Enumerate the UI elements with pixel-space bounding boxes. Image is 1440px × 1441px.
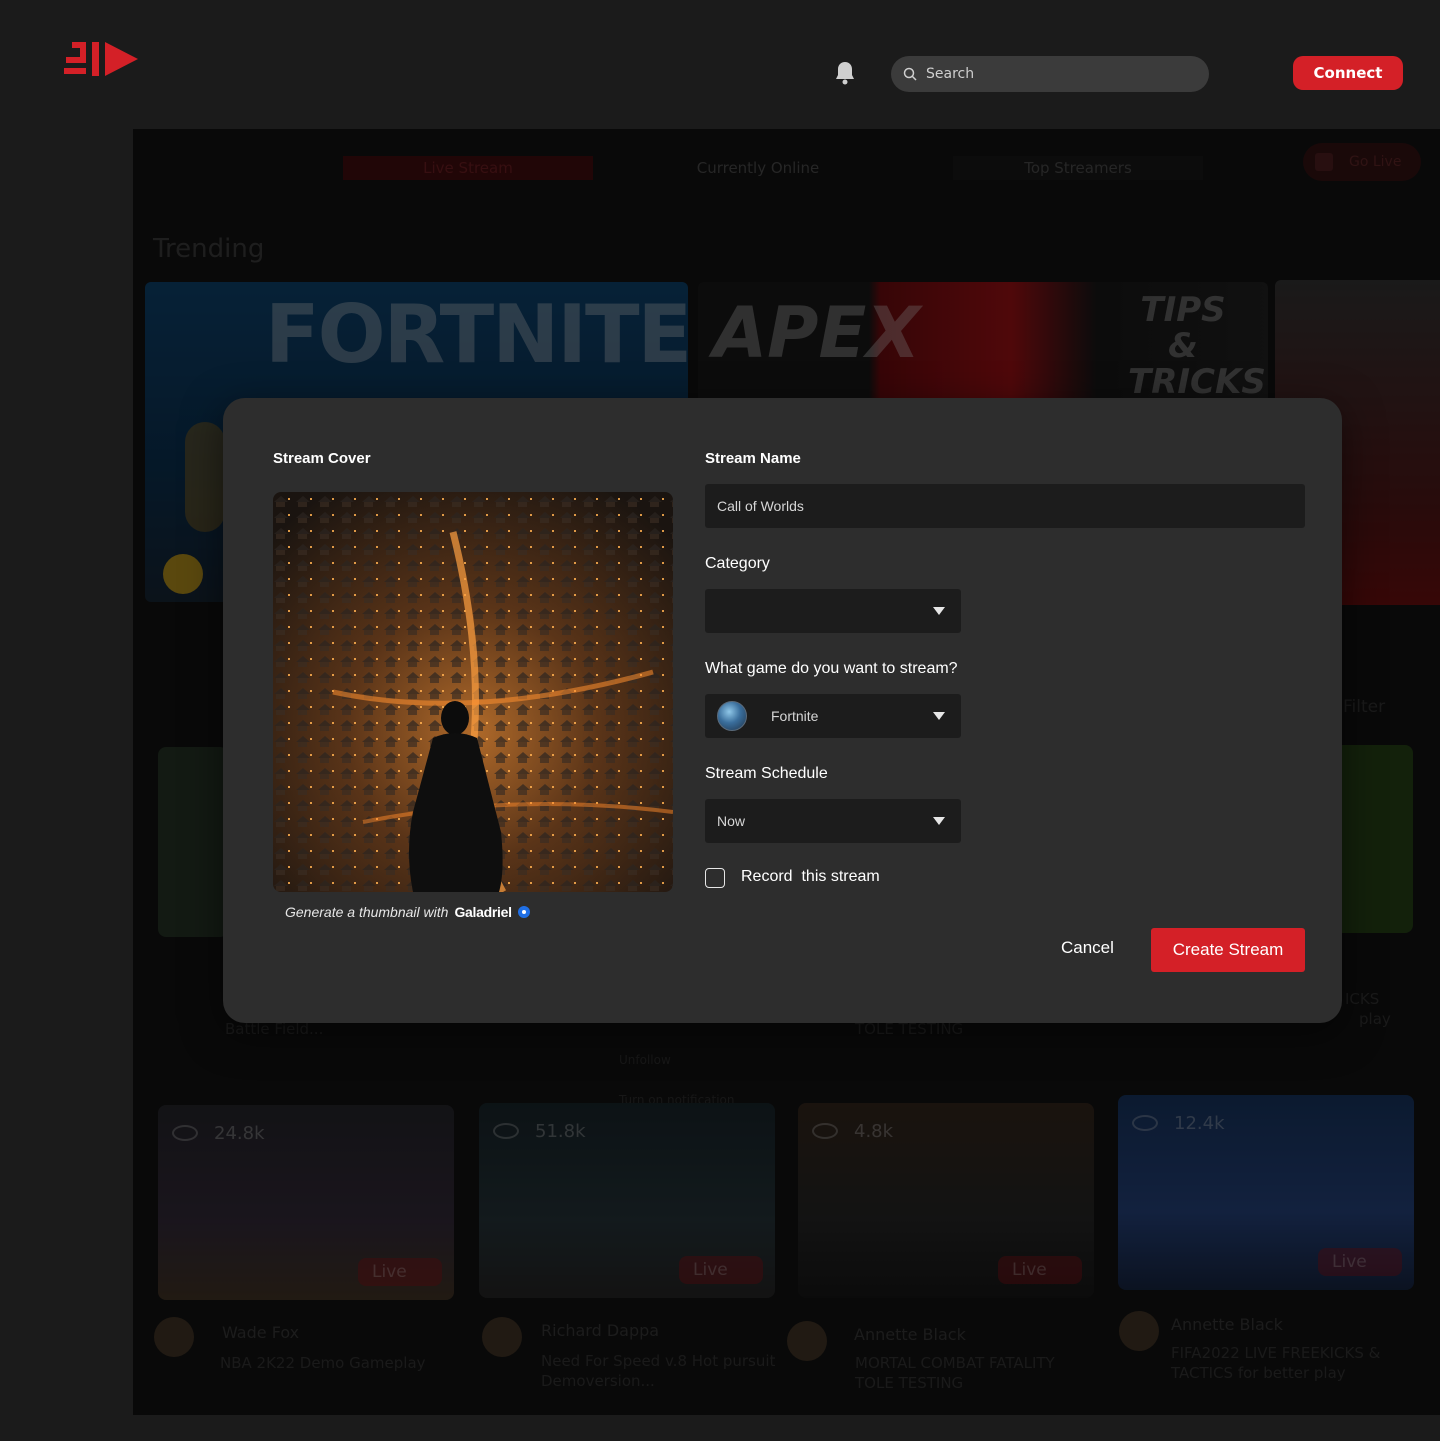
stream-cover-image[interactable] [273,492,673,892]
search-icon [903,67,917,81]
menu-item-unfollow[interactable]: Unfollow [619,1053,671,1067]
eye-icon [812,1123,838,1139]
avatar [482,1317,522,1357]
live-badge: Live [679,1256,763,1284]
camera-icon [1315,153,1333,171]
cover-artwork [273,492,673,892]
stream-name-value: Call of Worlds [717,498,804,514]
chevron-down-icon [933,712,945,720]
character-figure [185,422,225,532]
game-label: What game do you want to stream? [705,660,958,677]
chevron-down-icon [933,607,945,615]
eye-icon [172,1125,198,1141]
create-stream-button[interactable]: Create Stream [1151,928,1305,972]
stream-name-label: Stream Name [705,450,801,467]
game-select[interactable]: Fortnite [705,694,961,738]
avatar [163,554,203,594]
go-live-button[interactable]: Go Live [1303,143,1421,181]
tab-currently-online[interactable]: Currently Online [633,156,883,180]
live-badge: Live [998,1256,1082,1284]
search-input[interactable] [926,66,1186,82]
galadriel-icon [517,906,530,918]
tab-live-stream[interactable]: Live Stream [343,156,593,180]
video-title: play [1359,1010,1391,1028]
eye-icon [493,1123,519,1139]
cancel-button[interactable]: Cancel [1061,938,1114,958]
live-badge: Live [1318,1248,1402,1276]
section-title: Trending [153,234,265,264]
banner-text: TIPS & TRICKS [1128,290,1266,402]
viewer-count: 4.8k [854,1121,894,1142]
video-title: MORTAL COMBAT FATALITY TOLE TESTING [855,1354,1055,1392]
video-card[interactable]: 24.8k Live [158,1105,454,1300]
generate-thumbnail-link[interactable]: Generate a thumbnail with Galadriel [285,904,530,920]
banner-text: FORTNITE [265,288,688,381]
category-label: Category [705,555,770,572]
stream-cover-label: Stream Cover [273,450,371,467]
streamer-name: Annette Black [1171,1315,1283,1334]
record-label[interactable]: Record this stream [741,868,880,886]
video-title: ICKS [1345,990,1380,1008]
search-bar[interactable] [891,56,1209,92]
live-badge: Live [358,1258,442,1286]
create-stream-dialog: Stream Cover Generate a thumbnail with G… [223,398,1342,1023]
video-card[interactable]: 51.8k Live [479,1103,775,1298]
viewer-count: 24.8k [214,1123,265,1144]
game-value: Fortnite [771,708,819,724]
galadriel-brand: Galadriel [454,904,512,920]
avatar [154,1317,194,1357]
go-live-label: Go Live [1349,154,1402,170]
record-checkbox[interactable] [705,868,725,888]
streamer-name: Richard Dappa [541,1321,660,1340]
bell-icon[interactable] [833,60,857,86]
avatar [787,1321,827,1361]
fortnite-game-icon [717,701,747,731]
video-title: NBA 2K22 Demo Gameplay [220,1354,426,1372]
schedule-label: Stream Schedule [705,765,828,782]
viewer-count: 51.8k [535,1121,586,1142]
video-title: Need For Speed v.8 Hot pursuit Demoversi… [541,1352,776,1390]
video-title: FIFA2022 LIVE FREEKICKS & TACTICS for be… [1171,1344,1381,1382]
tab-top-streamers[interactable]: Top Streamers [953,156,1203,180]
generate-text: Generate a thumbnail with [285,904,449,920]
schedule-select[interactable]: Now [705,799,961,843]
avatar [1119,1311,1159,1351]
video-card[interactable]: 12.4k Live [1118,1095,1414,1290]
eye-icon [1132,1115,1158,1131]
schedule-value: Now [717,813,746,829]
video-card[interactable] [158,747,228,937]
category-select[interactable] [705,589,961,633]
filter-button[interactable]: Filter [1343,697,1385,717]
connect-button[interactable]: Connect [1293,56,1403,90]
streamer-name: Wade Fox [222,1323,300,1342]
brand-logo-icon[interactable] [62,40,140,80]
banner-text: APEX [713,292,921,374]
stream-name-input[interactable]: Call of Worlds [705,484,1305,528]
viewer-count: 12.4k [1174,1113,1225,1134]
streamer-name: Annette Black [854,1325,966,1344]
video-card[interactable]: 4.8k Live [798,1103,1094,1298]
chevron-down-icon [933,817,945,825]
